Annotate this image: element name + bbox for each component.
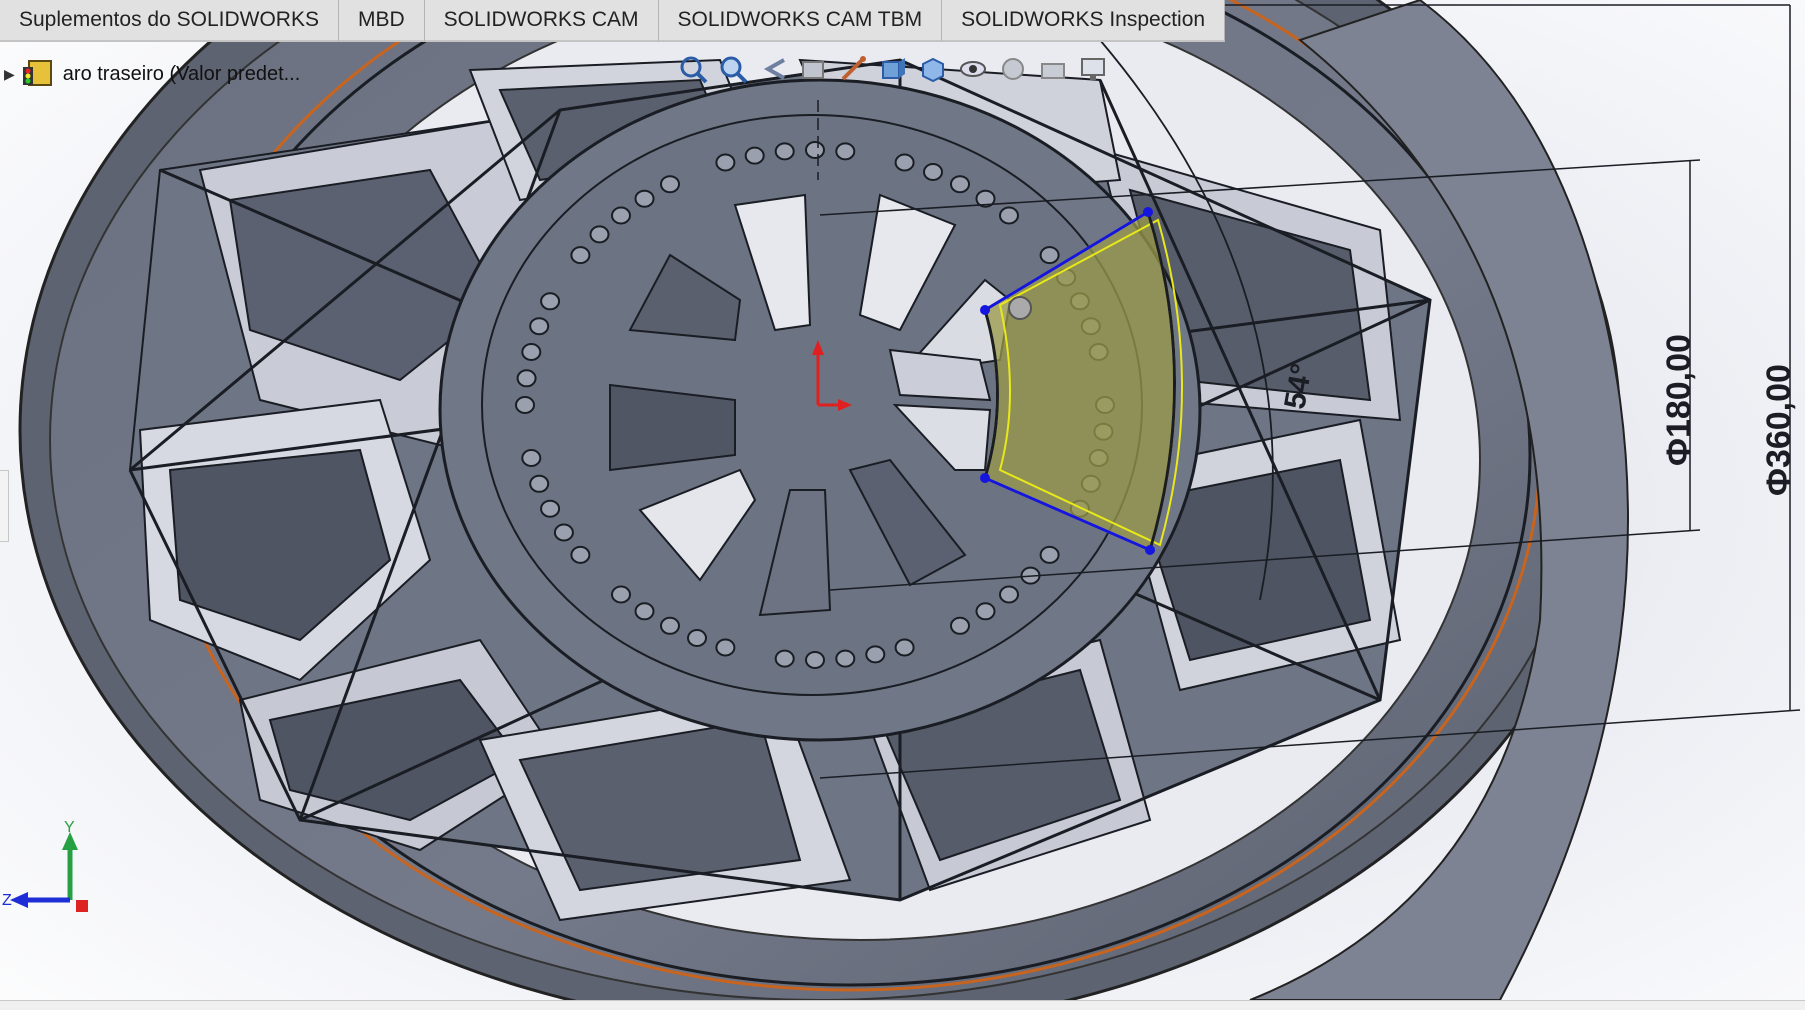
- bolt-hole: [835, 142, 856, 161]
- part-name-label: aro traseiro (Valor predet...: [62, 62, 301, 85]
- tab-solidworks-cam-tbm[interactable]: SOLIDWORKS CAM TBM: [658, 0, 943, 42]
- bolt-hole: [999, 206, 1019, 225]
- bolt-hole: [570, 246, 591, 265]
- view-orientation-icon[interactable]: [876, 52, 910, 86]
- tab-solidworks-inspection[interactable]: SOLIDWORKS Inspection: [942, 0, 1226, 42]
- command-manager-tabs: Suplementos do SOLIDWORKS MBD SOLIDWORKS…: [0, 0, 1226, 42]
- triad-z-label: Z: [2, 892, 12, 909]
- zoom-to-fit-icon[interactable]: [676, 52, 710, 86]
- graphics-area[interactable]: Φ180,00 Φ360,00 54° Y Z: [0, 0, 1805, 1009]
- feature-tree-flyout[interactable]: ▶ aro traseiro (Valor predet...: [4, 56, 300, 92]
- bolt-hole: [715, 153, 736, 172]
- triad-y-label: Y: [64, 819, 75, 836]
- bolt-hole: [634, 189, 655, 208]
- bolt-hole: [521, 343, 542, 361]
- bolt-hole: [516, 369, 537, 388]
- bolt-hole: [611, 206, 631, 225]
- bolt-hole: [1039, 545, 1060, 564]
- tab-solidworks-cam[interactable]: SOLIDWORKS CAM: [424, 0, 659, 42]
- bolt-hole: [529, 317, 550, 336]
- bolt-hole: [515, 396, 535, 414]
- bolt-hole: [715, 638, 736, 657]
- tab-solidworks-addins[interactable]: Suplementos do SOLIDWORKS: [0, 0, 339, 42]
- bolt-hole: [950, 616, 970, 635]
- section-view-icon[interactable]: [796, 52, 830, 86]
- bolt-hole: [805, 651, 825, 669]
- bolt-hole: [611, 585, 631, 604]
- bolt-hole: [521, 449, 542, 467]
- bolt-hole: [865, 645, 886, 664]
- bolt-hole: [835, 649, 856, 668]
- apply-scene-icon[interactable]: [1036, 52, 1070, 86]
- bolt-hole: [805, 141, 825, 159]
- edit-appearance-icon[interactable]: [996, 52, 1030, 86]
- dimension-outer-diameter[interactable]: Φ360,00: [1760, 364, 1798, 496]
- bolt-hole: [660, 616, 680, 635]
- bolt-hole: [660, 175, 680, 194]
- bolt-hole: [687, 629, 707, 647]
- bolt-hole: [975, 602, 996, 621]
- bolt-hole: [540, 499, 561, 518]
- part-icon: [21, 55, 57, 94]
- heads-up-view-toolbar: [676, 52, 1110, 86]
- display-style-icon[interactable]: [916, 52, 950, 86]
- hide-show-items-icon[interactable]: [956, 52, 990, 86]
- bolt-hole: [774, 142, 795, 161]
- bolt-hole: [923, 163, 943, 181]
- bolt-hole: [570, 545, 591, 564]
- bolt-hole: [634, 602, 655, 621]
- expand-arrow-icon[interactable]: ▶: [4, 66, 15, 83]
- bolt-hole: [744, 146, 765, 165]
- bolt-hole: [529, 474, 550, 493]
- tab-mbd[interactable]: MBD: [338, 0, 425, 42]
- bolt-hole: [589, 225, 610, 244]
- bolt-hole: [1039, 246, 1060, 265]
- dimension-inner-diameter[interactable]: Φ180,00: [1660, 334, 1698, 466]
- bolt-hole: [540, 292, 561, 311]
- bolt-hole: [894, 153, 915, 172]
- bolt-hole: [894, 638, 915, 657]
- bolt-hole: [999, 585, 1019, 604]
- bolt-hole: [553, 523, 574, 542]
- previous-view-icon[interactable]: [756, 52, 790, 86]
- panel-collapse-handle[interactable]: [0, 470, 9, 542]
- dynamic-annotation-icon[interactable]: [836, 52, 870, 86]
- zoom-to-area-icon[interactable]: [716, 52, 750, 86]
- bolt-hole: [950, 175, 970, 194]
- bolt-hole: [774, 649, 795, 668]
- view-settings-icon[interactable]: [1076, 52, 1110, 86]
